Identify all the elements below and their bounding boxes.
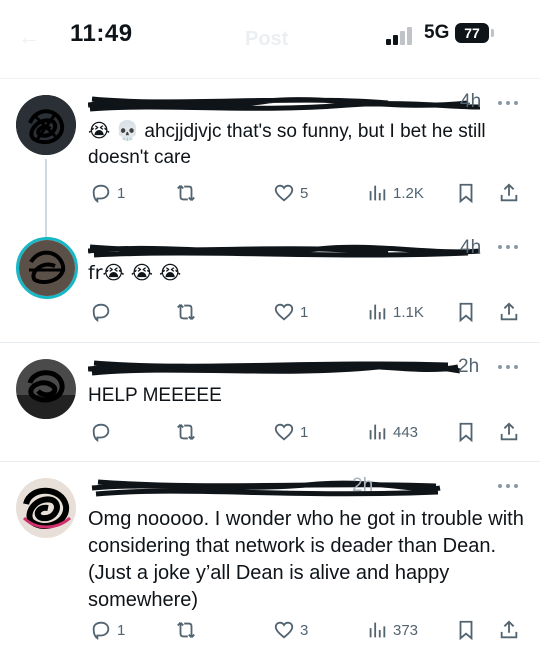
reply-tweet[interactable]: 2h HELP MEEEEE 1 443 — [0, 343, 540, 461]
tweet-actions: 1 1.1K — [0, 299, 540, 325]
views-button[interactable]: 443 — [366, 419, 418, 445]
views-button[interactable]: 1.1K — [366, 299, 424, 325]
avatar[interactable] — [16, 237, 78, 299]
share-icon — [500, 422, 518, 441]
like-count: 5 — [300, 184, 309, 202]
heart-icon — [274, 423, 294, 441]
more-options-icon[interactable] — [498, 101, 520, 107]
repost-icon — [177, 424, 195, 440]
heart-icon — [274, 621, 294, 639]
like-button[interactable]: 3 — [273, 617, 308, 643]
reply-tweet[interactable]: 4h fr😭 😭 😭 1 1.1K — [0, 227, 540, 342]
views-icon — [369, 185, 386, 201]
view-count: 1.1K — [393, 303, 424, 321]
reply-count: 1 — [117, 184, 126, 202]
reply-count: 1 — [117, 621, 126, 639]
like-button[interactable]: 1 — [273, 299, 308, 325]
battery-tip — [491, 29, 494, 37]
views-icon — [369, 424, 386, 440]
views-icon — [369, 622, 386, 638]
share-icon — [500, 302, 518, 321]
reply-button[interactable] — [90, 419, 117, 445]
author-name-redacted[interactable] — [88, 239, 488, 261]
heart-icon — [274, 184, 294, 202]
repost-icon — [177, 622, 195, 638]
like-count: 3 — [300, 621, 309, 639]
tweet-actions: 1 443 — [0, 419, 540, 445]
repost-button[interactable] — [175, 617, 202, 643]
reply-icon — [92, 303, 110, 322]
views-button[interactable]: 1.2K — [366, 180, 424, 206]
more-options-icon[interactable] — [498, 365, 520, 371]
post-time: 4h — [460, 91, 482, 112]
bookmark-icon — [459, 620, 473, 641]
author-name-redacted[interactable] — [88, 93, 488, 115]
repost-button[interactable] — [175, 180, 202, 206]
avatar[interactable] — [16, 95, 76, 155]
reply-button[interactable]: 1 — [90, 617, 125, 643]
tweet-text: 😭 💀 ahcjjdjvjc that's so funny, but I be… — [88, 121, 491, 168]
reply-icon — [92, 621, 110, 640]
reply-icon — [92, 423, 110, 442]
reply-icon — [92, 184, 110, 203]
share-icon — [500, 620, 518, 639]
bookmark-button[interactable] — [455, 299, 477, 325]
heart-icon — [274, 303, 294, 321]
status-bar: ← 11:49 Post 5G 77 — [0, 0, 540, 78]
bookmark-icon — [459, 302, 473, 323]
tweet-text: HELP MEEEEE — [88, 385, 222, 406]
back-arrow-icon[interactable]: ← — [18, 24, 40, 50]
share-button[interactable] — [498, 299, 520, 325]
repost-icon — [177, 304, 195, 320]
post-time: 2h — [352, 475, 374, 496]
battery-icon: 77 — [455, 23, 489, 43]
like-button[interactable]: 5 — [273, 180, 308, 206]
tweet-actions: 1 3 373 — [0, 617, 540, 643]
more-options-icon[interactable] — [498, 245, 520, 251]
share-icon — [500, 183, 518, 202]
reply-button[interactable]: 1 — [90, 180, 125, 206]
bookmark-icon — [459, 183, 473, 204]
bookmark-button[interactable] — [455, 180, 477, 206]
bookmark-button[interactable] — [455, 617, 477, 643]
repost-button[interactable] — [175, 299, 202, 325]
reply-tweet[interactable]: 4h 😭 💀 ahcjjdjvjc that's so funny, but I… — [0, 79, 540, 239]
author-name-redacted[interactable] — [88, 476, 488, 498]
view-count: 373 — [393, 621, 419, 639]
repost-button[interactable] — [175, 419, 202, 445]
tweet-text: fr😭 😭 😭 — [88, 262, 182, 284]
more-options-icon[interactable] — [498, 484, 520, 490]
author-name-redacted[interactable] — [88, 357, 488, 379]
avatar[interactable] — [16, 359, 76, 419]
tweet-actions: 1 5 1.2K — [0, 180, 540, 206]
post-time: 4h — [460, 237, 482, 258]
views-button[interactable]: 373 — [366, 617, 418, 643]
like-button[interactable]: 1 — [273, 419, 308, 445]
avatar[interactable] — [16, 478, 76, 538]
post-time: 2h — [458, 356, 480, 377]
bookmark-icon — [459, 422, 473, 443]
view-count: 443 — [393, 423, 419, 441]
tweet-text: Omg nooooo. I wonder who he got in troub… — [88, 508, 530, 611]
like-count: 1 — [300, 423, 309, 441]
status-time: 11:49 — [70, 20, 133, 47]
share-button[interactable] — [498, 617, 520, 643]
repost-icon — [177, 185, 195, 201]
view-count: 1.2K — [393, 184, 424, 202]
share-button[interactable] — [498, 419, 520, 445]
like-count: 1 — [300, 303, 309, 321]
views-icon — [369, 304, 386, 320]
reply-button[interactable] — [90, 299, 117, 325]
bookmark-button[interactable] — [455, 419, 477, 445]
signal-icon — [386, 27, 416, 45]
network-type: 5G — [424, 22, 450, 43]
share-button[interactable] — [498, 180, 520, 206]
page-title: Post — [245, 28, 289, 50]
reply-tweet[interactable]: 2h Omg nooooo. I wonder who he got in tr… — [0, 462, 540, 665]
